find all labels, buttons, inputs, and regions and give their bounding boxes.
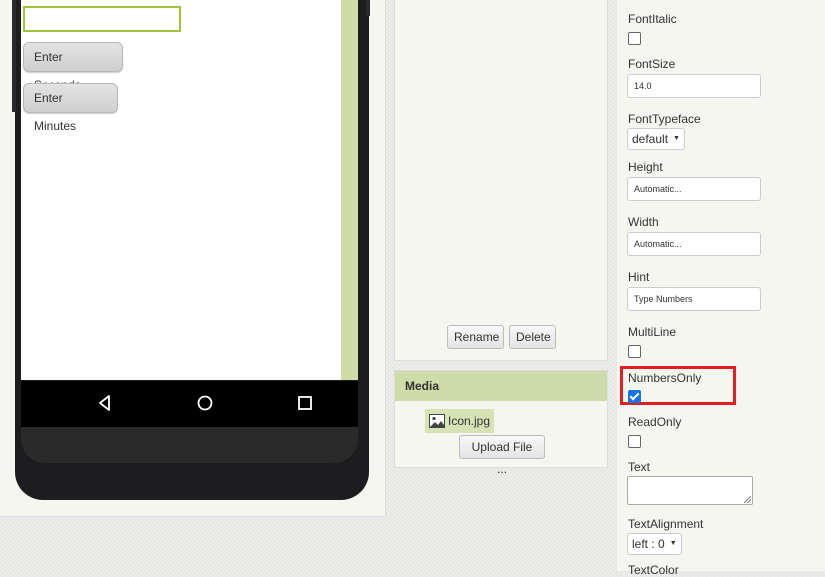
image-file-icon <box>429 414 445 428</box>
enter-seconds-button[interactable]: Enter Seconds <box>23 42 123 92</box>
upload-file-button[interactable]: Upload File ... <box>459 435 545 476</box>
font-typeface-value: default <box>632 132 669 146</box>
dropdown-arrow-icon: ▼ <box>669 540 677 547</box>
text-textarea[interactable] <box>627 476 753 505</box>
font-typeface-select[interactable]: default ▼ <box>627 128 685 150</box>
enter-minutes-button[interactable]: Enter Minutes <box>23 83 118 133</box>
text-label: Text <box>628 460 651 474</box>
components-panel: Rename Delete <box>394 0 608 361</box>
viewer-panel: Enter Seconds Enter Minutes <box>0 0 386 517</box>
read-only-label: ReadOnly <box>628 415 682 429</box>
phone-screen: Enter Seconds Enter Minutes <box>21 0 341 380</box>
dropdown-arrow-icon: ▼ <box>673 135 680 142</box>
phone-side-button <box>12 0 16 112</box>
phone-preview: Enter Seconds Enter Minutes <box>15 0 369 500</box>
recent-apps-icon <box>298 396 312 410</box>
text-alignment-label: TextAlignment <box>628 517 704 531</box>
hint-label: Hint <box>628 270 650 284</box>
font-size-label: FontSize <box>628 57 676 71</box>
text-alignment-select[interactable]: left : 0 ▼ <box>627 533 682 555</box>
textbox-component[interactable] <box>23 6 181 32</box>
multiline-checkbox[interactable] <box>628 345 641 358</box>
media-file-name: Icon.jpg <box>448 414 491 428</box>
hint-input[interactable]: Type Numbers <box>627 287 761 311</box>
text-color-label: TextColor <box>628 563 679 577</box>
delete-button[interactable]: Delete <box>509 325 556 349</box>
height-input[interactable]: Automatic... <box>627 177 761 201</box>
font-typeface-label: FontTypeface <box>628 112 701 126</box>
width-input[interactable]: Automatic... <box>627 232 761 256</box>
font-italic-checkbox[interactable] <box>628 32 641 45</box>
numbers-only-label: NumbersOnly <box>628 371 702 385</box>
media-panel: Media Icon.jpg Upload File ... <box>394 370 608 476</box>
text-alignment-value: left : 0 <box>632 537 665 551</box>
multiline-label: MultiLine <box>628 325 677 339</box>
screen-scrollbar[interactable] <box>341 0 358 380</box>
properties-panel: FontItalic FontSize 14.0 FontTypeface de… <box>617 0 825 577</box>
font-italic-label: FontItalic <box>628 12 677 26</box>
android-navbar <box>21 381 358 427</box>
width-label: Width <box>628 215 659 229</box>
height-label: Height <box>628 160 663 174</box>
media-header: Media <box>395 371 607 401</box>
back-icon <box>99 395 110 411</box>
rename-button[interactable]: Rename <box>447 325 504 349</box>
read-only-checkbox[interactable] <box>628 435 641 448</box>
phone-side-button-right <box>366 0 370 16</box>
font-size-input[interactable]: 14.0 <box>627 74 761 98</box>
resize-grip-icon[interactable] <box>744 496 751 503</box>
home-icon <box>197 395 213 411</box>
phone-bottom-bezel <box>21 427 358 463</box>
numbers-only-checkbox[interactable] <box>628 390 641 403</box>
media-file-item[interactable]: Icon.jpg <box>425 409 495 433</box>
